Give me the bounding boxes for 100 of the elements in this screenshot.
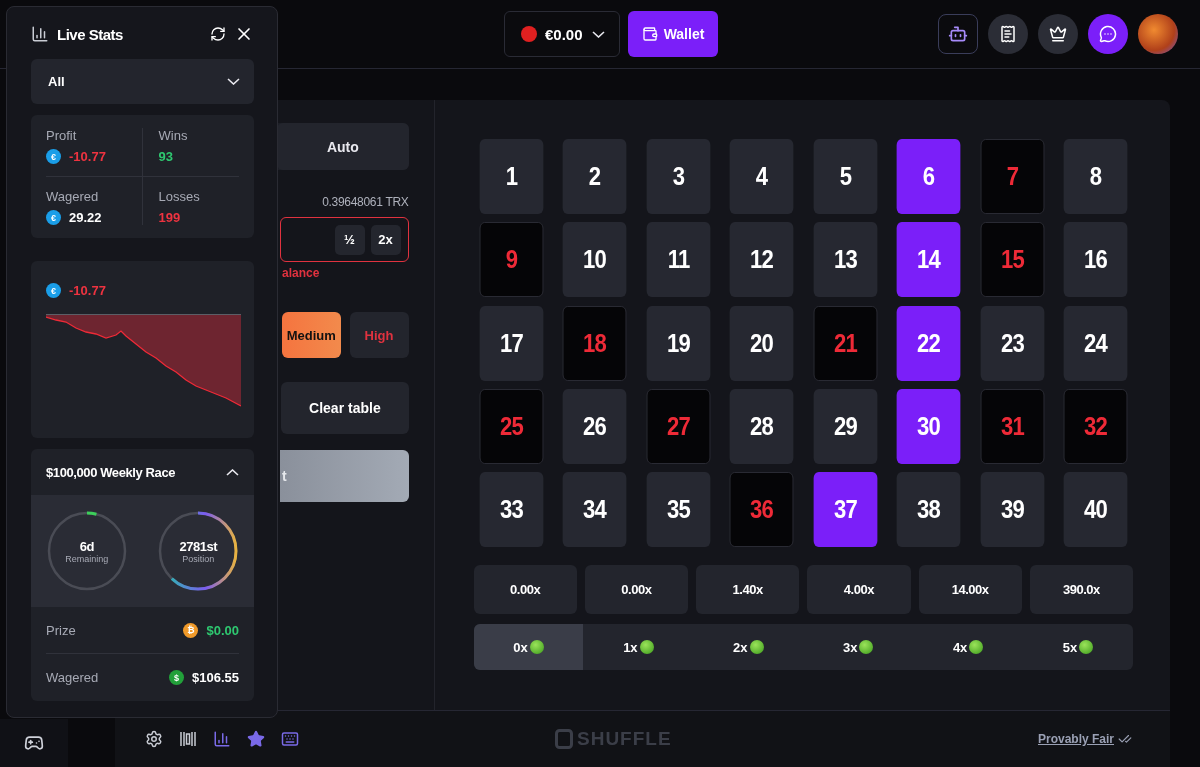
hit-count-tab[interactable]: 0x	[473, 624, 584, 671]
number-tile[interactable]: 27	[646, 388, 710, 464]
keyboard-icon[interactable]	[281, 730, 299, 748]
number-tile[interactable]: 35	[646, 472, 710, 548]
number-tile[interactable]: 7	[980, 139, 1044, 214]
coin-icon: $	[169, 670, 184, 685]
bet-amount-field[interactable]: ½ 2x	[280, 217, 409, 262]
bot-button[interactable]	[938, 14, 978, 54]
star-icon[interactable]	[247, 730, 265, 748]
number-tile[interactable]: 3	[646, 139, 710, 214]
number-tile[interactable]: 16	[1063, 222, 1128, 298]
hit-count-tab[interactable]: 4x	[913, 624, 1024, 671]
ring-caption: Remaining	[65, 553, 109, 564]
payout-multiplier: 1.40x	[696, 565, 800, 615]
chart-icon[interactable]	[213, 730, 231, 748]
number-tile[interactable]: 39	[980, 472, 1044, 548]
gamepad-icon	[24, 733, 44, 753]
number-tile[interactable]: 33	[479, 472, 543, 548]
number-tile[interactable]: 38	[896, 472, 961, 548]
coin-icon: ₿	[183, 622, 199, 638]
balance-reading: 0.39648061 TRX	[322, 195, 409, 209]
settings-icon[interactable]	[145, 730, 163, 748]
wallet-button[interactable]: Wallet	[628, 11, 718, 57]
number-tile[interactable]: 1	[479, 139, 543, 214]
number-tile[interactable]: 21	[813, 305, 877, 381]
refresh-icon[interactable]	[210, 26, 226, 42]
double-button[interactable]: 2x	[370, 224, 401, 255]
race-value: $106.55	[192, 670, 239, 685]
number-tile[interactable]: 30	[896, 388, 961, 464]
payout-multiplier: 4.00x	[807, 565, 911, 615]
number-tile[interactable]: 15	[980, 222, 1044, 298]
chevron-up-icon[interactable]	[226, 468, 239, 476]
chat-icon	[1099, 25, 1117, 43]
number-tile[interactable]: 14	[896, 222, 961, 298]
coin-icon: €	[46, 210, 61, 225]
number-tile[interactable]: 31	[980, 388, 1044, 464]
stat-value: -10.77	[69, 149, 106, 164]
wallet-icon	[641, 26, 658, 42]
stat-value: 199	[158, 210, 181, 225]
hit-count-tab[interactable]: 5x	[1023, 624, 1133, 671]
stat-value: 93	[158, 149, 173, 164]
number-tile[interactable]: 22	[896, 305, 961, 381]
coin-icon	[521, 26, 537, 42]
gem-icon	[749, 640, 764, 655]
provably-fair-link[interactable]: Provably Fair	[1037, 732, 1132, 746]
risk-option[interactable]: Medium	[281, 312, 341, 358]
number-tile[interactable]: 11	[646, 222, 710, 298]
number-tile[interactable]: 25	[479, 388, 543, 464]
bars-icon[interactable]	[179, 730, 197, 748]
number-tile[interactable]: 4	[729, 139, 794, 214]
number-tile[interactable]: 18	[562, 305, 627, 381]
hit-count-tab[interactable]: 3x	[803, 624, 914, 671]
stat-label: Profit	[46, 128, 78, 143]
filter-dropdown[interactable]: All	[31, 59, 254, 104]
number-tile[interactable]: 24	[1063, 305, 1128, 381]
number-tile[interactable]: 2	[562, 139, 627, 214]
balance-selector[interactable]: €0.00	[504, 11, 620, 57]
games-button[interactable]	[0, 719, 68, 767]
auto-tab[interactable]: Auto	[277, 123, 409, 170]
number-tile[interactable]: 8	[1063, 139, 1128, 214]
hit-count-tab[interactable]: 2x	[693, 624, 804, 671]
coin-icon: €	[46, 149, 61, 164]
coin-icon: €	[46, 283, 61, 298]
number-tile[interactable]: 37	[813, 472, 877, 548]
number-tile[interactable]: 17	[479, 305, 543, 381]
half-button[interactable]: ½	[334, 224, 365, 255]
number-tile[interactable]: 26	[562, 388, 627, 464]
gem-icon	[529, 640, 544, 655]
avatar[interactable]	[1138, 14, 1178, 54]
number-tile[interactable]: 12	[729, 222, 794, 298]
number-tile[interactable]: 36	[729, 472, 794, 548]
chat-button[interactable]	[1088, 14, 1128, 54]
hit-count-tab[interactable]: 1x	[583, 624, 694, 671]
number-tile[interactable]: 23	[980, 305, 1044, 381]
stat-label: Wagered	[46, 189, 100, 204]
panel-title: Live Stats	[57, 25, 123, 43]
number-tile[interactable]: 28	[729, 388, 794, 464]
number-tile[interactable]: 10	[562, 222, 627, 298]
receipt-button[interactable]	[988, 14, 1028, 54]
number-tile[interactable]: 34	[562, 472, 627, 548]
clear-table-button[interactable]: Clear table	[281, 382, 409, 434]
gem-icon	[859, 640, 874, 655]
double-check-icon	[1118, 732, 1132, 746]
number-tile[interactable]: 19	[646, 305, 710, 381]
number-tile[interactable]: 13	[813, 222, 877, 298]
ring-caption: Position	[182, 553, 215, 564]
robot-icon	[948, 24, 968, 44]
race-title: $100,000 Weekly Race	[46, 464, 176, 480]
number-tile[interactable]: 32	[1063, 388, 1128, 464]
number-tile[interactable]: 5	[813, 139, 877, 214]
number-tile[interactable]: 9	[479, 222, 543, 298]
number-tile[interactable]: 6	[896, 139, 961, 214]
gem-icon	[639, 640, 654, 655]
gem-icon	[1079, 640, 1094, 655]
number-tile[interactable]: 40	[1063, 472, 1128, 548]
gem-icon	[969, 640, 984, 655]
number-tile[interactable]: 29	[813, 388, 877, 464]
crown-button[interactable]	[1038, 14, 1078, 54]
number-tile[interactable]: 20	[729, 305, 794, 381]
chevron-down-icon	[227, 78, 240, 85]
